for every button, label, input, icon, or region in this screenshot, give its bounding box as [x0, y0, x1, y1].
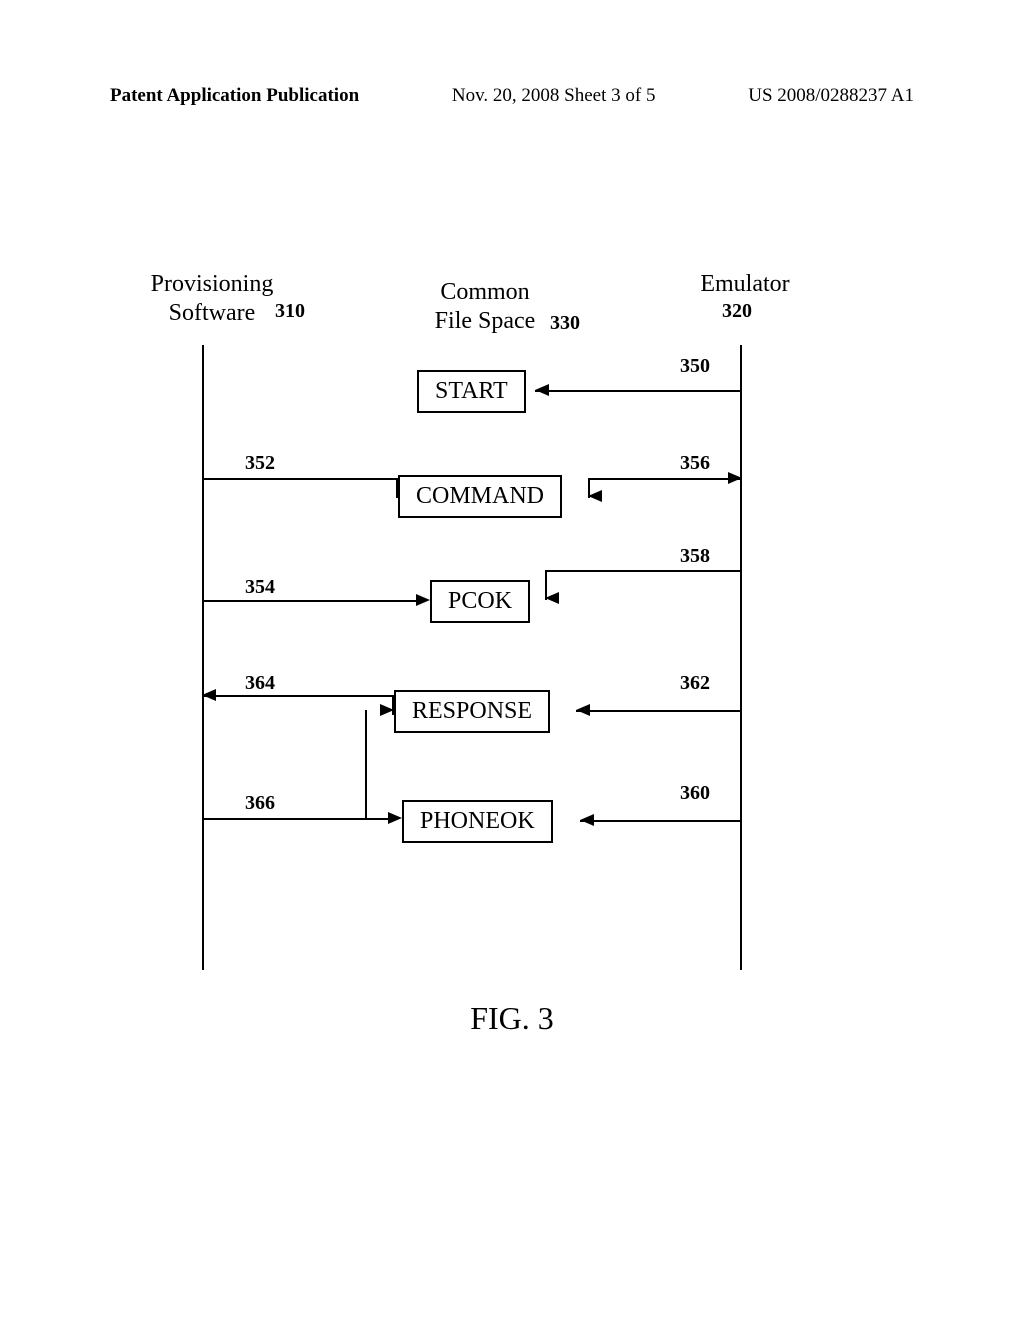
arrow-364-to-box	[380, 704, 394, 716]
line-366-h2	[365, 818, 390, 820]
line-352	[204, 478, 398, 480]
line-366-h1	[204, 818, 367, 820]
page-header: Patent Application Publication Nov. 20, …	[110, 85, 914, 107]
line-352-drop	[396, 478, 398, 498]
patent-page: Patent Application Publication Nov. 20, …	[0, 0, 1024, 1320]
box-phoneok: PHONEOK	[402, 800, 553, 843]
header-date-sheet: Nov. 20, 2008 Sheet 3 of 5	[452, 85, 656, 107]
line-362	[576, 710, 740, 712]
label-emulator: Emulator	[675, 270, 815, 299]
line-start-to-emulator	[535, 390, 740, 392]
label-320: 320	[722, 300, 752, 323]
label-352: 352	[245, 452, 275, 475]
box-command: COMMAND	[398, 475, 562, 518]
line-354	[204, 600, 416, 602]
box-pcok: PCOK	[430, 580, 530, 623]
label-366: 366	[245, 792, 275, 815]
label-354: 354	[245, 576, 275, 599]
header-patent-number: US 2008/0288237 A1	[748, 85, 914, 107]
arrow-362	[576, 704, 590, 716]
header-publication: Patent Application Publication	[110, 85, 359, 107]
label-360: 360	[680, 782, 710, 805]
label-358: 358	[680, 545, 710, 568]
label-350: 350	[680, 355, 710, 378]
arrow-364-out	[202, 689, 216, 701]
line-364-top	[204, 695, 394, 697]
line-358	[545, 570, 740, 572]
label-364: 364	[245, 672, 275, 695]
line-366-v	[365, 710, 367, 820]
arrow-356-out	[728, 472, 742, 484]
line-360	[580, 820, 740, 822]
box-response: RESPONSE	[394, 690, 550, 733]
label-provisioning: Provisioning Software	[132, 270, 292, 328]
arrow-354	[416, 594, 430, 606]
arrow-360	[580, 814, 594, 826]
arrow-366	[388, 812, 402, 824]
arrow-start-in	[535, 384, 549, 396]
label-common-file-space: Common File Space	[405, 278, 565, 336]
arrow-358	[545, 592, 559, 604]
figure-caption: FIG. 3	[0, 1000, 1024, 1037]
line-356	[590, 478, 740, 480]
label-310: 310	[275, 300, 305, 323]
box-start: START	[417, 370, 526, 413]
arrow-356-to-box	[588, 490, 602, 502]
lifeline-emulator	[740, 345, 742, 970]
label-362: 362	[680, 672, 710, 695]
sequence-diagram: Provisioning Software 310 Common File Sp…	[140, 270, 880, 970]
label-356: 356	[680, 452, 710, 475]
label-330: 330	[550, 312, 580, 335]
lifeline-provisioning	[202, 345, 204, 970]
